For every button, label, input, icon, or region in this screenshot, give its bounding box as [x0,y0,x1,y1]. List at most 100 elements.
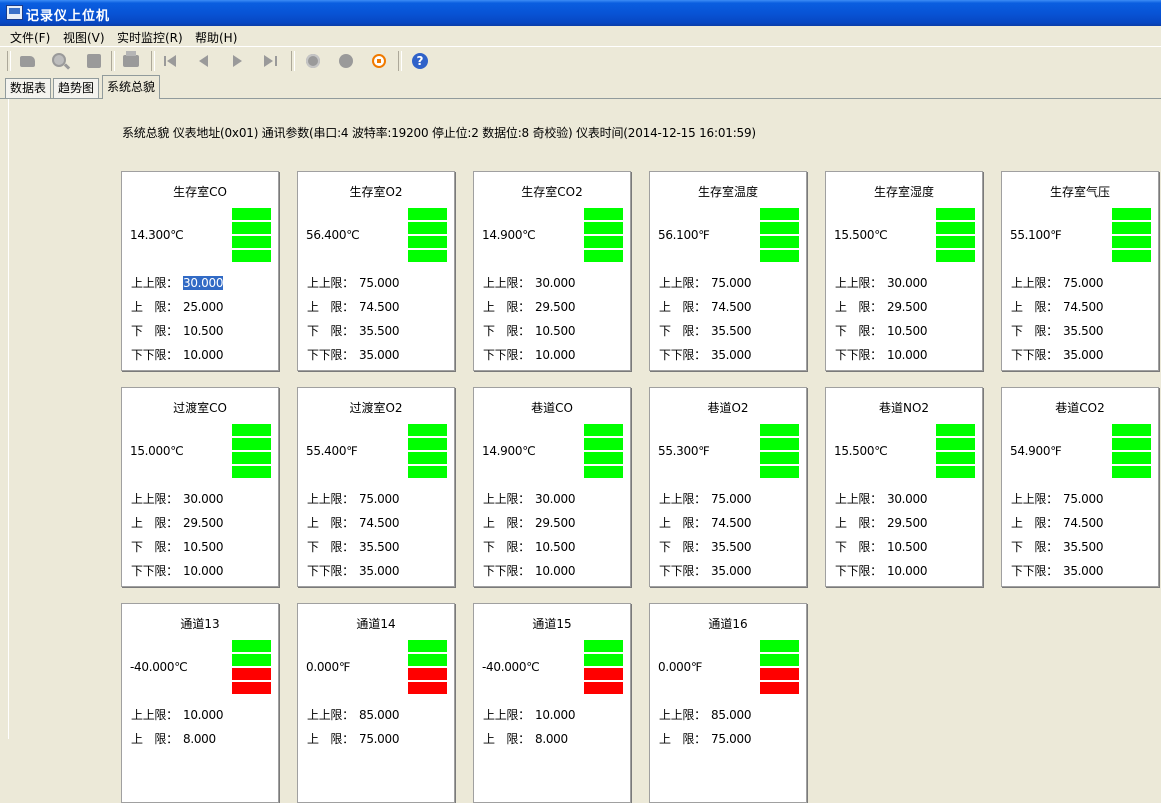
limit-value[interactable]: 35.000 [711,564,752,578]
limit-value[interactable]: 30.000 [183,492,224,506]
limit-value[interactable]: 10.000 [183,348,224,362]
channel-card[interactable]: 通道14 0.000℉ 上上限： 85.000 上 限： 75.000 [297,603,455,803]
limit-value[interactable]: 30.000 [887,276,928,290]
stop-button[interactable] [369,51,389,71]
limit-value[interactable]: 35.000 [359,348,400,362]
last-button[interactable] [261,51,281,71]
limit-value[interactable]: 35.500 [359,324,400,338]
limit-value[interactable]: 30.000 [183,276,224,290]
tab-data-table[interactable]: 数据表 [5,78,52,98]
limit-label: 下 限： [1011,540,1058,554]
search-button[interactable] [50,51,70,71]
channel-card[interactable]: 生存室湿度 15.500℃ 上上限： 30.000 上 限： 29.500 下 限： 10.5… [825,171,983,371]
first-button[interactable] [162,51,182,71]
limit-value[interactable]: 75.000 [359,732,400,746]
channel-card[interactable]: 通道16 0.000℉ 上上限： 85.000 上 限： 75.000 [649,603,807,803]
channel-card[interactable]: 生存室气压 55.100℉ 上上限： 75.000 上 限： 74.500 下 限： 35.5… [1001,171,1159,371]
limit-value[interactable]: 29.500 [535,300,576,314]
limit-value[interactable]: 10.000 [535,564,576,578]
limit-value[interactable]: 35.000 [1063,348,1104,362]
limit-value[interactable]: 10.000 [887,348,928,362]
record-icon [339,54,353,68]
tab-trend-chart[interactable]: 趋势图 [53,78,100,98]
limit-value[interactable]: 30.000 [535,492,576,506]
menu-help[interactable]: 帮助(H) [195,29,237,46]
limit-value[interactable]: 8.000 [535,732,568,746]
limit-value[interactable]: 75.000 [1063,492,1104,506]
channel-card[interactable]: 巷道O2 55.300℉ 上上限： 75.000 上 限： 74.500 下 限： 35.50… [649,387,807,587]
limit-value[interactable]: 30.000 [887,492,928,506]
limit-value[interactable]: 85.000 [359,708,400,722]
help-button[interactable]: ? [410,51,430,71]
limit-row: 下下限： 10.000 [131,346,224,363]
menu-realtime-monitor[interactable]: 实时监控(R) [117,29,183,46]
tab-system-overview[interactable]: 系统总貌 [102,75,161,99]
limit-value[interactable]: 35.500 [1063,540,1104,554]
limit-value[interactable]: 75.000 [711,732,752,746]
limit-value[interactable]: 35.000 [711,348,752,362]
limit-value[interactable]: 10.500 [887,540,928,554]
limit-value[interactable]: 10.000 [887,564,928,578]
menu-file[interactable]: 文件(F) [10,29,50,46]
limit-value[interactable]: 35.000 [1063,564,1104,578]
record-button[interactable] [336,51,356,71]
limit-value[interactable]: 10.000 [183,708,224,722]
limit-value[interactable]: 74.500 [711,300,752,314]
limit-value[interactable]: 75.000 [359,492,400,506]
next-button[interactable] [228,51,248,71]
channel-card[interactable]: 通道13 -40.000℃ 上上限： 10.000 上 限： 8.000 [121,603,279,803]
channel-card[interactable]: 巷道NO2 15.500℃ 上上限： 30.000 上 限： 29.500 下 限： 10.5… [825,387,983,587]
limit-value[interactable]: 10.500 [183,540,224,554]
channel-card[interactable]: 生存室CO 14.300℃ 上上限： 30.000 上 限： 25.000 下 限： 10.5… [121,171,279,371]
settings-button[interactable] [303,51,323,71]
limit-value[interactable]: 10.500 [535,324,576,338]
channel-card[interactable]: 巷道CO 14.900℃ 上上限： 30.000 上 限： 29.500 下 限： 10.50… [473,387,631,587]
limit-value[interactable]: 35.500 [711,324,752,338]
limit-value[interactable]: 35.500 [359,540,400,554]
limit-value[interactable]: 35.500 [711,540,752,554]
channel-card[interactable]: 通道15 -40.000℃ 上上限： 10.000 上 限： 8.000 [473,603,631,803]
limit-value[interactable]: 74.500 [1063,300,1104,314]
limit-value[interactable]: 29.500 [887,516,928,530]
channel-card[interactable]: 过渡室O2 55.400℉ 上上限： 75.000 上 限： 74.500 下 限： 35.5… [297,387,455,587]
limit-row: 上 限： 74.500 [307,514,400,531]
limit-value[interactable]: 10.500 [183,324,224,338]
limit-value[interactable]: 85.000 [711,708,752,722]
save-button[interactable] [84,51,104,71]
limit-value[interactable]: 74.500 [711,516,752,530]
limit-value[interactable]: 10.500 [887,324,928,338]
limit-value[interactable]: 10.000 [535,708,576,722]
channel-card[interactable]: 生存室CO2 14.900℃ 上上限： 30.000 上 限： 29.500 下 限： 10.… [473,171,631,371]
limit-value[interactable]: 10.500 [535,540,576,554]
limit-value[interactable]: 74.500 [1063,516,1104,530]
open-button[interactable] [18,51,38,71]
limit-value[interactable]: 25.000 [183,300,224,314]
limit-value[interactable]: 35.500 [1063,324,1104,338]
menu-view[interactable]: 视图(V) [63,29,105,46]
limit-value[interactable]: 75.000 [711,276,752,290]
limit-value[interactable]: 35.000 [359,564,400,578]
channel-card[interactable]: 过渡室CO 15.000℃ 上上限： 30.000 上 限： 29.500 下 限： 10.5… [121,387,279,587]
limit-value[interactable]: 10.000 [535,348,576,362]
limit-value[interactable]: 29.500 [183,516,224,530]
limit-value[interactable]: 30.000 [535,276,576,290]
limit-value[interactable]: 75.000 [359,276,400,290]
limit-value[interactable]: 29.500 [887,300,928,314]
previous-button[interactable] [196,51,216,71]
channel-card[interactable]: 生存室O2 56.400℃ 上上限： 75.000 上 限： 74.500 下 限： 35.5… [297,171,455,371]
limit-value[interactable]: 8.000 [183,732,216,746]
limit-value[interactable]: 29.500 [535,516,576,530]
channel-card[interactable]: 生存室温度 56.100℉ 上上限： 75.000 上 限： 74.500 下 限： 35.5… [649,171,807,371]
limit-value[interactable]: 75.000 [1063,276,1104,290]
channel-name: 巷道NO2 [878,401,930,415]
limit-value[interactable]: 74.500 [359,516,400,530]
limit-label: 下下限： [483,348,530,362]
status-bar-ok [760,452,799,464]
print-button[interactable] [121,51,141,71]
limit-row: 下 限： 35.500 [307,322,400,339]
channel-name: 巷道O2 [707,401,749,415]
limit-value[interactable]: 75.000 [711,492,752,506]
limit-value[interactable]: 10.000 [183,564,224,578]
channel-card[interactable]: 巷道CO2 54.900℉ 上上限： 75.000 上 限： 74.500 下 限： 35.5… [1001,387,1159,587]
limit-value[interactable]: 74.500 [359,300,400,314]
